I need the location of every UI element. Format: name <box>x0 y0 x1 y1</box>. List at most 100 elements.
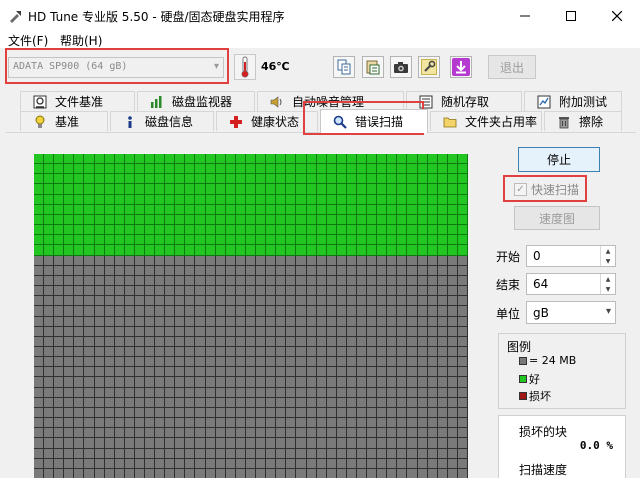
save-button[interactable] <box>450 56 472 78</box>
scan-block-pending <box>417 296 428 307</box>
scan-block-pending <box>215 448 226 459</box>
scan-block-pending <box>145 306 156 317</box>
spinner-arrows-icon[interactable]: ▲ ▼ <box>600 274 615 294</box>
scan-block-good <box>437 154 448 165</box>
scan-block-pending <box>84 438 95 449</box>
unit-select[interactable]: gB ▾ <box>526 301 616 324</box>
scan-block-pending <box>397 316 408 327</box>
start-input[interactable]: 0 ▲ ▼ <box>526 245 616 267</box>
scan-block-pending <box>114 326 125 337</box>
tab-erase[interactable]: 擦除 <box>544 111 622 131</box>
quick-scan-label: 快速扫描 <box>531 183 580 197</box>
speed-map-button[interactable]: 速度图 <box>514 206 600 230</box>
scan-block-good <box>235 194 246 205</box>
tab-file-benchmark[interactable]: 文件基准 <box>20 91 135 111</box>
tab-random-access[interactable]: 随机存取 <box>406 91 522 111</box>
exit-button[interactable]: 退出 <box>488 55 536 79</box>
scan-block-good <box>427 174 438 185</box>
scan-block-pending <box>437 346 448 358</box>
scan-block-good <box>44 235 55 246</box>
scan-block-good <box>336 245 347 256</box>
stop-button[interactable]: 停止 <box>518 147 600 172</box>
scan-block-pending <box>447 448 458 459</box>
screenshot-button[interactable] <box>390 56 412 78</box>
scan-block-good <box>145 235 156 246</box>
menu-file[interactable]: 文件(F) <box>8 32 48 49</box>
scan-block-pending <box>74 438 85 449</box>
tab-noise-management[interactable]: 自动噪音管理 <box>257 91 404 111</box>
scan-block-good <box>84 214 95 226</box>
tab-error-scan[interactable]: 错误扫描 <box>320 109 428 133</box>
scan-block-pending <box>74 286 85 297</box>
damaged-blocks-label: 损坏的块 <box>519 425 568 439</box>
scan-block-pending <box>276 306 287 317</box>
scan-block-pending <box>165 265 176 276</box>
drive-select[interactable]: ADATA SP900 (64 gB) ▾ <box>8 57 224 78</box>
scan-block-pending <box>326 438 337 449</box>
scan-block-pending <box>34 448 45 459</box>
scan-block-pending <box>316 336 327 347</box>
menu-help[interactable]: 帮助(H) <box>60 32 102 49</box>
scan-block-pending <box>266 346 277 358</box>
scan-block-pending <box>74 407 85 419</box>
copy-button[interactable] <box>333 56 355 78</box>
scan-block-pending <box>54 336 65 347</box>
scan-block-pending <box>34 326 45 337</box>
tab-benchmark[interactable]: 基准 <box>20 111 108 131</box>
minimize-button[interactable] <box>502 0 548 31</box>
quick-scan-checkbox[interactable]: ✓ 快速扫描 <box>514 181 579 198</box>
scan-block-pending <box>356 407 368 419</box>
scan-block-good <box>286 225 297 236</box>
scan-block-pending <box>336 448 347 459</box>
options-button[interactable] <box>418 56 440 78</box>
copy-icon <box>337 59 351 75</box>
scan-block-pending <box>134 377 146 388</box>
scan-block-pending <box>54 468 65 478</box>
scan-block-good <box>326 154 337 165</box>
scan-block-good <box>276 245 287 256</box>
info-icon <box>121 114 139 130</box>
scan-block-pending <box>336 296 347 307</box>
scan-block-good <box>94 184 105 195</box>
scan-block-good <box>205 225 216 236</box>
paste-button[interactable] <box>362 56 384 78</box>
tab-label: 磁盘信息 <box>145 115 194 129</box>
scan-block-pending <box>437 397 448 408</box>
scan-block-pending <box>225 357 236 368</box>
scan-block-pending <box>84 468 95 478</box>
scan-block-pending <box>185 306 196 317</box>
tab-health[interactable]: 健康状态 <box>216 111 318 131</box>
scan-block-good <box>195 225 206 236</box>
scan-block-pending <box>296 407 307 419</box>
scan-block-pending <box>195 346 206 358</box>
scan-block-good <box>215 174 226 185</box>
scan-block-pending <box>407 397 418 408</box>
spinner-arrows-icon[interactable]: ▲ ▼ <box>600 246 615 266</box>
scan-block-pending <box>124 448 135 459</box>
tab-extra-tests[interactable]: 附加测试 <box>524 91 622 111</box>
scan-block-pending <box>356 448 368 459</box>
tab-disk-monitor[interactable]: 磁盘监视器 <box>137 91 255 111</box>
close-button[interactable] <box>594 0 640 31</box>
scan-block-pending <box>225 346 236 358</box>
scan-block-pending <box>44 255 55 266</box>
scan-block-pending <box>427 306 438 317</box>
end-input[interactable]: 64 ▲ ▼ <box>526 273 616 295</box>
scan-block-pending <box>397 286 408 297</box>
scan-block-pending <box>114 336 125 347</box>
scan-block-good <box>256 225 267 236</box>
scan-block-pending <box>457 255 468 266</box>
scan-block-pending <box>34 407 45 419</box>
scan-block-pending <box>306 265 317 276</box>
tab-folder-usage[interactable]: 文件夹占用率 <box>430 111 542 131</box>
scan-block-pending <box>124 387 135 398</box>
tab-disk-info[interactable]: 磁盘信息 <box>110 111 214 131</box>
scan-block-good <box>175 235 186 246</box>
scan-block-pending <box>134 468 146 478</box>
scan-block-good <box>74 184 85 195</box>
scan-block-pending <box>155 387 166 398</box>
legend-block-size-label: = 24 MB <box>529 354 577 367</box>
scan-block-good <box>417 225 428 236</box>
maximize-button[interactable] <box>548 0 594 31</box>
scan-block-pending <box>286 377 297 388</box>
